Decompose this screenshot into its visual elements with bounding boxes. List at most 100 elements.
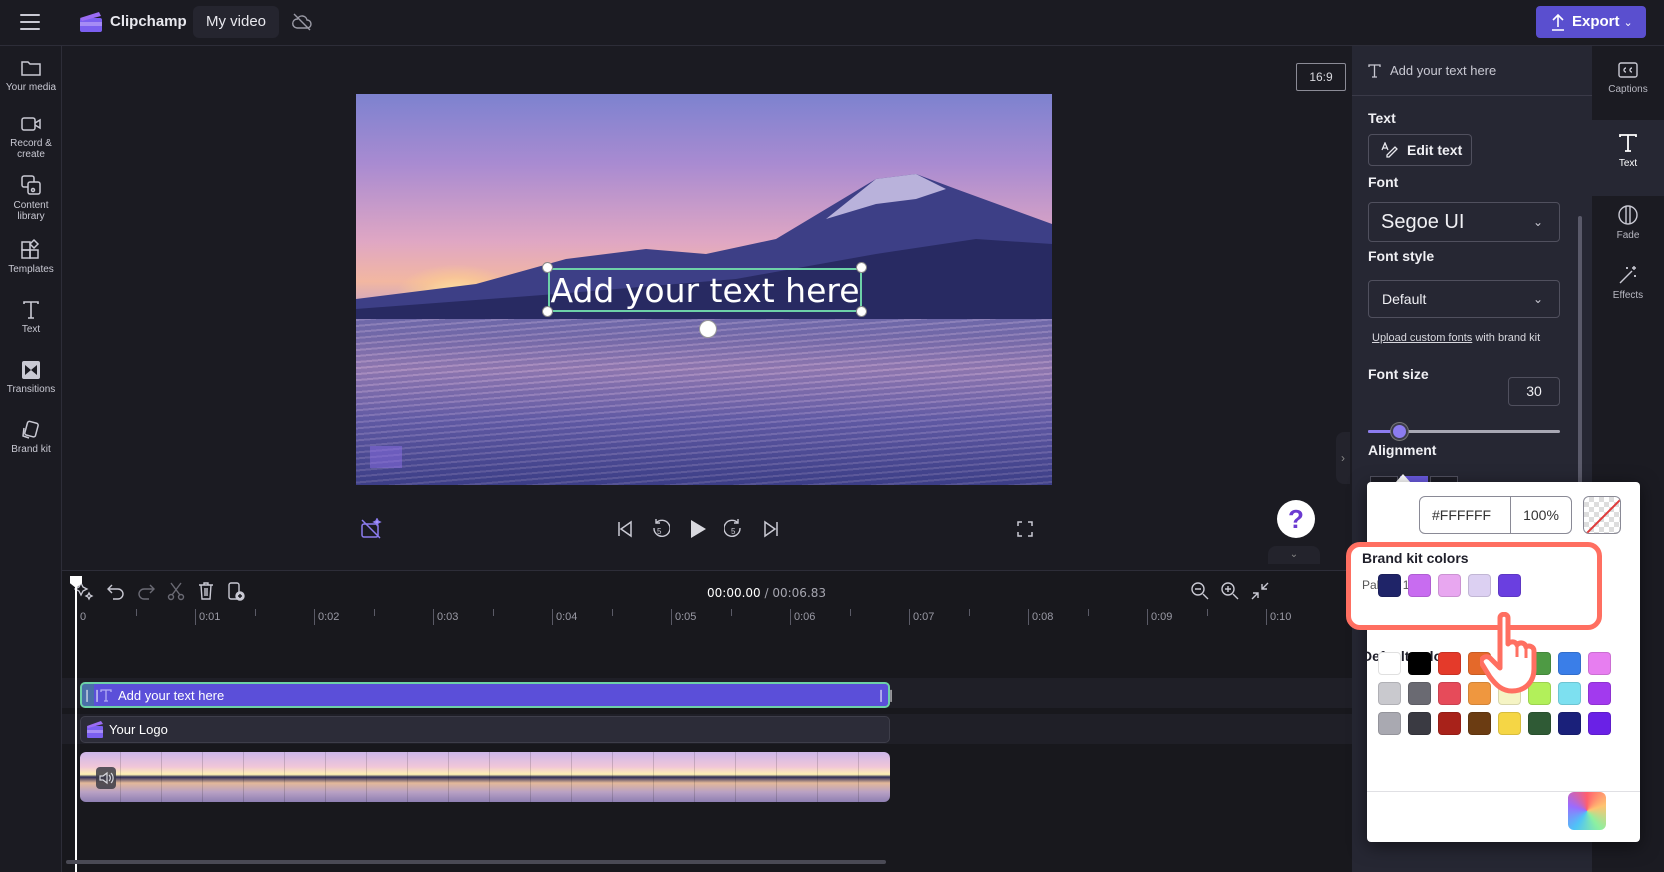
- default-color-swatch[interactable]: [1408, 652, 1431, 675]
- default-color-swatch[interactable]: [1378, 682, 1401, 705]
- duplicate-icon[interactable]: [226, 581, 246, 601]
- menu-icon[interactable]: [20, 14, 40, 30]
- play-icon[interactable]: [688, 518, 708, 540]
- clip-trim-handle-left[interactable]: ❘❘: [82, 684, 102, 706]
- undo-icon[interactable]: [106, 581, 126, 601]
- ruler-tick-label: 0:09: [1151, 611, 1173, 623]
- playhead[interactable]: [75, 576, 77, 872]
- sidebar-item-transitions[interactable]: Transitions: [0, 360, 62, 395]
- text-clip[interactable]: ❘❘ Add your text here ❘❘: [80, 682, 896, 708]
- rail-item-effects[interactable]: Effects: [1592, 256, 1664, 316]
- logo-clip[interactable]: Your Logo: [80, 716, 890, 743]
- resize-handle-bottom-right[interactable]: [856, 306, 867, 317]
- upload-custom-fonts-link[interactable]: Upload custom fonts: [1372, 332, 1472, 344]
- ruler-minor-tick: [730, 609, 732, 616]
- redo-icon[interactable]: [136, 581, 156, 601]
- font-style-select[interactable]: Default ⌄: [1368, 280, 1560, 318]
- default-color-swatch[interactable]: [1378, 712, 1401, 735]
- rewind-5-icon[interactable]: 5: [650, 518, 670, 540]
- brand-color-swatch[interactable]: [1498, 574, 1521, 597]
- no-color-button[interactable]: [1583, 496, 1621, 534]
- brand-color-swatch[interactable]: [1468, 574, 1491, 597]
- collapse-right-panel-button[interactable]: ›: [1336, 432, 1350, 484]
- text-overlay-box[interactable]: Add your text here: [548, 268, 862, 312]
- timeline-horizontal-scrollbar[interactable]: [66, 860, 886, 864]
- font-size-input[interactable]: 30: [1508, 377, 1560, 406]
- timecode: 00:00.00 / 00:06.83: [707, 586, 826, 600]
- total-time: / 00:06.83: [764, 586, 827, 600]
- timeline-ruler[interactable]: 0 0:01 0:02 0:03 0:04 0:05 0:06 0:07 0:08 0:09 0:1…: [76, 609, 1356, 631]
- default-color-swatch[interactable]: [1588, 682, 1611, 705]
- default-color-swatch[interactable]: [1438, 652, 1461, 675]
- default-color-swatch[interactable]: [1558, 682, 1581, 705]
- clipchamp-logo-icon: [80, 12, 102, 32]
- brand-color-swatch[interactable]: [1408, 574, 1431, 597]
- ruler-tick: 0:08: [1028, 609, 1053, 625]
- default-color-swatch[interactable]: [1588, 652, 1611, 675]
- sidebar-item-templates[interactable]: Templates: [0, 238, 62, 275]
- resize-handle-top-left[interactable]: [542, 262, 553, 273]
- opacity-input[interactable]: 100%: [1510, 496, 1572, 534]
- brand-color-swatch[interactable]: [1378, 574, 1401, 597]
- default-color-swatch[interactable]: [1468, 712, 1491, 735]
- rail-item-fade[interactable]: Fade: [1592, 196, 1664, 256]
- zoom-out-icon[interactable]: [1190, 581, 1210, 601]
- fit-timeline-icon[interactable]: [1250, 581, 1270, 601]
- sidebar-item-record-create[interactable]: Record & create: [0, 114, 62, 160]
- transitions-icon: [22, 361, 40, 379]
- default-color-swatch[interactable]: [1528, 712, 1551, 735]
- ruler-tick: 0:05: [671, 609, 696, 625]
- default-color-swatch[interactable]: [1498, 712, 1521, 735]
- rail-item-captions[interactable]: Captions: [1592, 60, 1664, 124]
- split-icon[interactable]: [166, 581, 186, 601]
- sidebar-item-your-media[interactable]: Your media: [0, 58, 62, 93]
- default-color-swatch[interactable]: [1558, 712, 1581, 735]
- magic-eraser-icon[interactable]: [360, 518, 382, 540]
- default-color-swatch[interactable]: [1408, 712, 1431, 735]
- font-size-section-label: Font size: [1368, 366, 1429, 382]
- video-clip[interactable]: [80, 752, 890, 802]
- volume-icon[interactable]: [96, 767, 116, 789]
- default-color-swatch[interactable]: [1438, 712, 1461, 735]
- default-color-swatch[interactable]: [1588, 712, 1611, 735]
- default-color-swatch[interactable]: [1438, 682, 1461, 705]
- fullscreen-icon[interactable]: [1016, 520, 1034, 538]
- rotate-handle[interactable]: [699, 320, 717, 338]
- forward-5-icon[interactable]: 5: [724, 518, 744, 540]
- clip-trim-handle-right[interactable]: ❘❘: [876, 684, 896, 706]
- text-section-label: Text: [1368, 110, 1396, 126]
- effects-icon: [1619, 266, 1636, 284]
- brand-color-swatch[interactable]: [1438, 574, 1461, 597]
- delete-icon[interactable]: [196, 581, 216, 601]
- hex-color-input[interactable]: #FFFFFF: [1419, 496, 1511, 534]
- help-button[interactable]: ?: [1277, 500, 1315, 538]
- sidebar-item-brand-kit[interactable]: Brand kit: [0, 420, 62, 455]
- default-color-swatch[interactable]: [1378, 652, 1401, 675]
- ruler-minor-tick: [492, 609, 494, 616]
- skip-back-icon[interactable]: [616, 520, 634, 538]
- ruler-tick: 0:04: [552, 609, 577, 625]
- collapse-timeline-button[interactable]: ⌄: [1268, 546, 1320, 564]
- sidebar-item-content-library[interactable]: Content library: [0, 174, 62, 222]
- content-library-icon: [21, 175, 41, 195]
- cloud-off-icon[interactable]: [290, 10, 314, 34]
- skip-forward-icon[interactable]: [762, 520, 780, 538]
- default-color-swatch[interactable]: [1558, 652, 1581, 675]
- custom-color-palette-button[interactable]: [1568, 792, 1606, 830]
- text-overlay[interactable]: Add your text here: [550, 270, 860, 312]
- rail-item-text[interactable]: Text: [1592, 120, 1664, 196]
- water-ripples: [356, 319, 1052, 485]
- font-size-slider-thumb[interactable]: [1390, 423, 1408, 440]
- export-button[interactable]: Export ⌄: [1536, 6, 1646, 38]
- default-color-swatch[interactable]: [1408, 682, 1431, 705]
- resize-handle-bottom-left[interactable]: [542, 306, 553, 317]
- edit-text-button[interactable]: Edit text: [1368, 134, 1472, 166]
- captions-icon: [1618, 62, 1638, 78]
- project-name-field[interactable]: My video: [193, 6, 279, 38]
- font-size-slider[interactable]: [1368, 423, 1560, 440]
- font-select[interactable]: Segoe UI ⌄: [1368, 202, 1560, 242]
- resize-handle-top-right[interactable]: [856, 262, 867, 273]
- sidebar-item-text[interactable]: Text: [0, 300, 62, 335]
- zoom-in-icon[interactable]: [1220, 581, 1240, 601]
- aspect-ratio-button[interactable]: 16:9: [1296, 63, 1346, 91]
